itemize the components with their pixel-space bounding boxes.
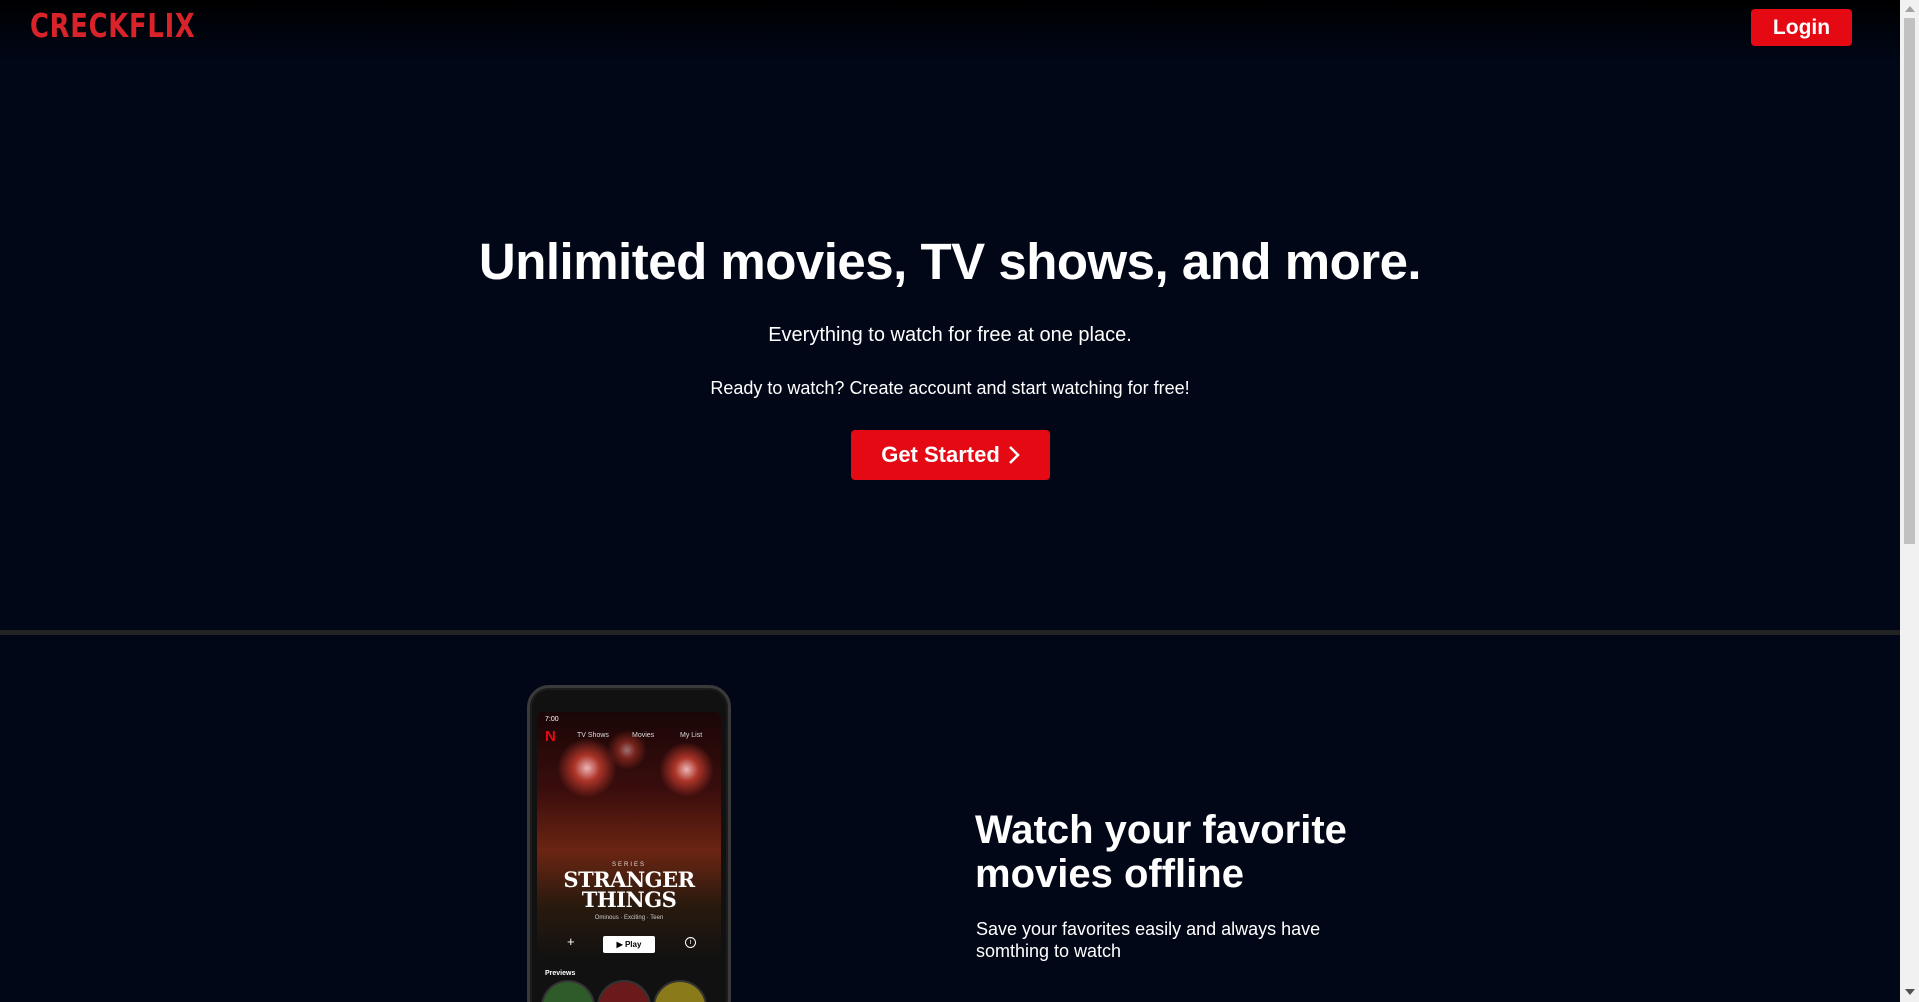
top-header: CRECKFLIX Login bbox=[0, 0, 1900, 62]
login-button[interactable]: Login bbox=[1751, 9, 1852, 46]
feature-title: Watch your favorite movies offline bbox=[975, 808, 1347, 896]
vertical-scrollbar[interactable] bbox=[1900, 0, 1919, 1002]
phone-mockup-image: 7:00 N TV Shows Movies My List SERIES ST… bbox=[527, 685, 731, 1002]
phone-show-title: STRANGER THINGS bbox=[563, 867, 695, 912]
phone-brand-logo: N bbox=[545, 728, 556, 745]
feature-description: Save your favorites easily and always ha… bbox=[976, 919, 1321, 961]
phone-nav-my-list: My List bbox=[680, 732, 703, 739]
scroll-up-icon[interactable] bbox=[1905, 6, 1915, 12]
scrollbar-thumb[interactable] bbox=[1904, 18, 1915, 544]
chevron-right-icon bbox=[1008, 445, 1020, 465]
get-started-button[interactable]: Get Started bbox=[851, 430, 1050, 480]
phone-play-button: ▶ Play bbox=[603, 936, 655, 953]
hero-cta-text: Ready to watch? Create account and start… bbox=[710, 378, 1190, 398]
firework-graphic bbox=[607, 730, 647, 770]
hero-subtitle: Everything to watch for free at one plac… bbox=[768, 324, 1132, 346]
preview-thumbnail bbox=[541, 980, 595, 1002]
phone-show-tags: Ominous · Exciting · Teen bbox=[594, 915, 664, 921]
page: CRECKFLIX Login Unlimited movies, TV sho… bbox=[0, 0, 1900, 1002]
scroll-down-icon[interactable] bbox=[1905, 989, 1915, 995]
plus-icon: + bbox=[567, 934, 575, 949]
phone-status-time: 7:00 bbox=[545, 716, 559, 723]
firework-graphic bbox=[659, 742, 714, 797]
preview-thumbnail bbox=[597, 980, 651, 1002]
preview-thumbnail bbox=[653, 980, 707, 1002]
hero-title: Unlimited movies, TV shows, and more. bbox=[478, 233, 1422, 290]
brand-logo[interactable]: CRECKFLIX bbox=[30, 6, 196, 45]
section-divider bbox=[0, 630, 1900, 635]
phone-previews-label: Previews bbox=[545, 970, 576, 977]
info-icon: i bbox=[685, 937, 696, 948]
phone-screen: 7:00 N TV Shows Movies My List SERIES ST… bbox=[537, 712, 721, 1002]
get-started-label: Get Started bbox=[881, 442, 1000, 467]
